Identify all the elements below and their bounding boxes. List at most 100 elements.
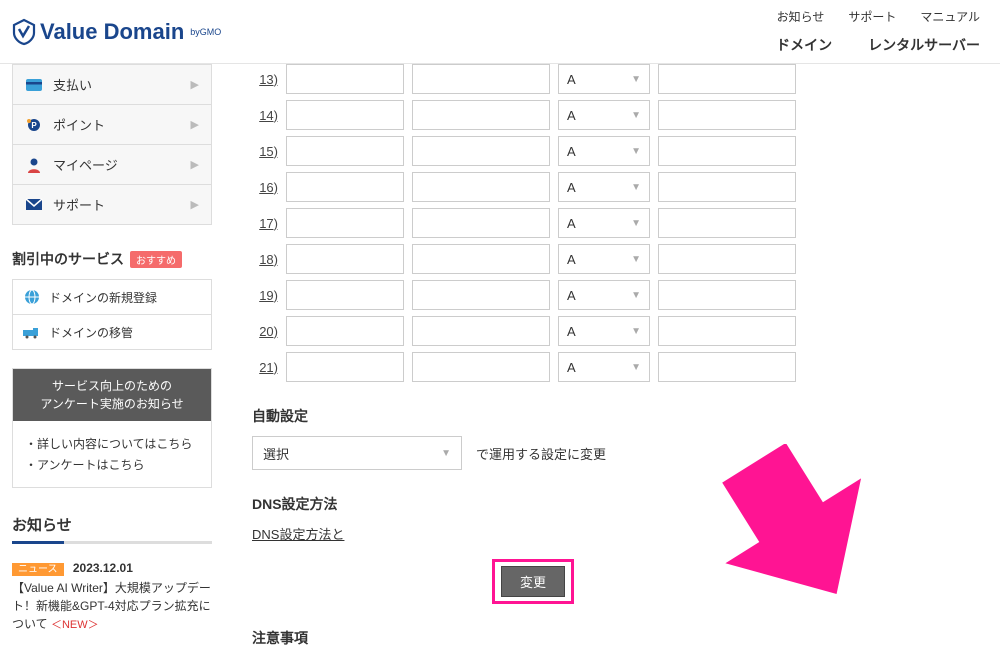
dns-row-number: 13) (252, 72, 278, 87)
header-bottom-links: ドメイン レンタルサーバー (776, 35, 980, 55)
logo-subtext: byGMO (190, 27, 221, 37)
header-link-news[interactable]: お知らせ (777, 8, 825, 25)
dns-value-input[interactable] (412, 352, 550, 382)
dns-host-input[interactable] (286, 64, 404, 94)
main-content: 13)A▼14)A▼15)A▼16)A▼17)A▼18)A▼19)A▼20)A▼… (212, 64, 988, 658)
dns-type-select[interactable]: A▼ (558, 316, 650, 346)
dns-host-input[interactable] (286, 316, 404, 346)
dns-extra-input[interactable] (658, 100, 796, 130)
dns-extra-input[interactable] (658, 172, 796, 202)
dns-row-number: 17) (252, 216, 278, 231)
dns-row-number: 14) (252, 108, 278, 123)
chevron-right-icon: ▶ (191, 118, 199, 131)
sidebar-item-label: 支払い (53, 75, 92, 94)
sidebar-item-card[interactable]: 支払い▶ (12, 64, 212, 105)
dns-host-input[interactable] (286, 244, 404, 274)
recommend-badge: おすすめ (130, 251, 182, 268)
dns-extra-input[interactable] (658, 280, 796, 310)
logo[interactable]: Value Domain byGMO (12, 8, 221, 46)
dns-row: 18)A▼ (252, 244, 988, 274)
dns-type-value: A (567, 180, 576, 195)
sidebar-item-support[interactable]: サポート▶ (12, 185, 212, 225)
mypage-icon (25, 156, 43, 174)
dns-extra-input[interactable] (658, 208, 796, 238)
promo-item-transfer[interactable]: ドメインの移管 (13, 315, 211, 349)
header-link-manual[interactable]: マニュアル (920, 8, 980, 25)
caret-down-icon: ▼ (631, 218, 641, 229)
dns-value-input[interactable] (412, 280, 550, 310)
dns-row: 16)A▼ (252, 172, 988, 202)
sidebar-item-label: マイページ (53, 155, 118, 174)
header: Value Domain byGMO お知らせ サポート マニュアル ドメイン … (0, 0, 1000, 64)
dns-row: 20)A▼ (252, 316, 988, 346)
submit-highlight: 変更 (492, 559, 574, 604)
survey-detail-link[interactable]: ・詳しい内容についてはこちら (25, 435, 199, 452)
card-icon (25, 76, 43, 94)
dns-record-table: 13)A▼14)A▼15)A▼16)A▼17)A▼18)A▼19)A▼20)A▼… (252, 64, 988, 382)
sidebar: 支払い▶Pポイント▶マイページ▶サポート▶ 割引中のサービス おすすめ ドメイン… (12, 64, 212, 658)
news-tag: ニュース (12, 563, 64, 576)
auto-setting-select[interactable]: 選択 ▼ (252, 436, 462, 470)
dns-row: 15) A▼ (252, 136, 988, 166)
dns-value-input[interactable] (412, 172, 550, 202)
dns-host-input[interactable] (286, 100, 404, 130)
dns-type-select[interactable]: A▼ (558, 64, 650, 94)
dns-value-input[interactable] (412, 136, 550, 166)
dns-type-select[interactable]: A▼ (558, 352, 650, 382)
dns-host-input[interactable] (286, 208, 404, 238)
dns-host-input[interactable] (286, 136, 404, 166)
header-right: お知らせ サポート マニュアル ドメイン レンタルサーバー (776, 8, 980, 55)
dns-host-input[interactable] (286, 352, 404, 382)
dns-type-select[interactable]: A▼ (558, 100, 650, 130)
dns-type-select[interactable]: A▼ (558, 172, 650, 202)
caret-down-icon: ▼ (631, 254, 641, 265)
header-top-links: お知らせ サポート マニュアル (777, 8, 980, 25)
svg-text:P: P (31, 121, 37, 130)
dns-value-input[interactable] (412, 316, 550, 346)
dns-extra-input[interactable] (658, 316, 796, 346)
dns-value-input[interactable] (412, 208, 550, 238)
dns-value-input[interactable] (412, 100, 550, 130)
news-body-text: 【Value AI Writer】大規模アップデート！新機能&GPT-4対応プラ… (12, 581, 211, 631)
sidebar-item-point[interactable]: Pポイント▶ (12, 105, 212, 145)
dns-extra-input[interactable] (658, 64, 796, 94)
survey-header-line1: サービス向上のための (19, 377, 205, 395)
dns-host-input[interactable] (286, 172, 404, 202)
header-nav-server[interactable]: レンタルサーバー (868, 35, 980, 55)
news-date: 2023.12.01 (73, 561, 133, 575)
dns-type-value: A (567, 72, 576, 87)
point-icon: P (25, 116, 43, 134)
submit-button[interactable]: 変更 (501, 566, 565, 597)
dns-row: 21)A▼ (252, 352, 988, 382)
dns-type-select[interactable]: A▼ (558, 136, 650, 166)
logo-mark-icon (12, 18, 36, 46)
dns-method-title: DNS設定方法 (252, 494, 988, 514)
survey-form-link[interactable]: ・アンケートはこちら (25, 456, 199, 473)
news-item[interactable]: ニュース 2023.12.01 【Value AI Writer】大規模アップデ… (12, 560, 212, 634)
dns-extra-input[interactable] (658, 136, 796, 166)
notes-title: 注意事項 (252, 628, 988, 648)
dns-extra-input[interactable] (658, 352, 796, 382)
dns-host-input[interactable] (286, 280, 404, 310)
header-link-support[interactable]: サポート (848, 8, 896, 25)
promo-title-text: 割引中のサービス (12, 249, 124, 269)
sidebar-menu: 支払い▶Pポイント▶マイページ▶サポート▶ (12, 64, 212, 225)
promo-item-label: ドメインの新規登録 (49, 289, 157, 306)
chevron-right-icon: ▶ (191, 198, 199, 211)
header-nav-domain[interactable]: ドメイン (776, 35, 832, 55)
dns-value-input[interactable] (412, 64, 550, 94)
dns-extra-input[interactable] (658, 244, 796, 274)
dns-type-select[interactable]: A▼ (558, 244, 650, 274)
dns-row: 14) A▼ (252, 100, 988, 130)
dns-method-link[interactable]: DNS設定方法と (252, 527, 344, 542)
sidebar-item-mypage[interactable]: マイページ▶ (12, 145, 212, 185)
survey-header: サービス向上のための アンケート実施のお知らせ (13, 369, 211, 421)
dns-value-input[interactable] (412, 244, 550, 274)
dns-type-select[interactable]: A▼ (558, 280, 650, 310)
dns-row: 17) A▼ (252, 208, 988, 238)
promo-item-register[interactable]: ドメインの新規登録 (13, 280, 211, 315)
globe-icon (23, 288, 41, 306)
dns-row-number: 15) (252, 144, 278, 159)
survey-header-line2: アンケート実施のお知らせ (19, 395, 205, 413)
dns-type-select[interactable]: A▼ (558, 208, 650, 238)
